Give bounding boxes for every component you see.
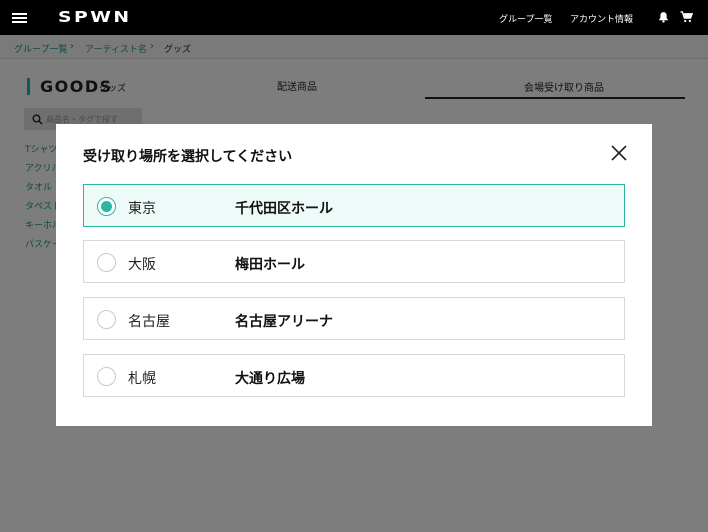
tab-delivery[interactable]: 配送商品 [277, 78, 317, 93]
menu-icon[interactable] [12, 13, 27, 23]
category-item[interactable]: Tシャツ [25, 142, 58, 155]
radio-button[interactable] [97, 367, 116, 386]
location-city: 東京 [128, 201, 156, 217]
breadcrumb-artist[interactable]: アーティスト名 [85, 42, 147, 55]
location-option-tokyo[interactable]: 東京 千代田区ホール [83, 184, 625, 227]
location-venue: 大通り広場 [235, 371, 305, 387]
location-venue: 名古屋アリーナ [235, 314, 333, 330]
location-option-sapporo[interactable]: 札幌 大通り広場 [83, 354, 625, 397]
title-accent-bar [27, 78, 30, 95]
nav-group-list[interactable]: グループ一覧 [499, 12, 552, 25]
chevron-right-icon: › [150, 41, 154, 52]
location-city: 名古屋 [128, 314, 170, 330]
modal-title: 受け取り場所を選択してください [83, 149, 293, 165]
radio-button[interactable] [97, 253, 116, 272]
category-item[interactable]: タオル [25, 180, 52, 193]
breadcrumb-current: グッズ [164, 45, 192, 55]
bell-icon[interactable] [658, 11, 669, 23]
radio-button[interactable] [97, 197, 116, 216]
radio-button[interactable] [97, 310, 116, 329]
site-logo[interactable]: SPWN [58, 8, 132, 26]
location-option-osaka[interactable]: 大阪 梅田ホール [83, 240, 625, 283]
chevron-right-icon: › [70, 41, 74, 52]
pickup-location-modal: 受け取り場所を選択してください 東京 千代田区ホール 大阪 梅田ホール 名古屋 … [56, 124, 652, 426]
top-header: SPWN グループ一覧 アカウント情報 [0, 0, 708, 35]
close-icon[interactable] [607, 142, 631, 166]
location-city: 大阪 [128, 257, 156, 273]
location-venue: 梅田ホール [235, 257, 305, 273]
tab-venue-pickup[interactable]: 会場受け取り商品 [524, 79, 604, 94]
breadcrumb: グループ一覧 › アーティスト名 › グッズ [0, 35, 708, 59]
search-icon [32, 114, 43, 125]
active-tab-underline [425, 97, 685, 99]
location-option-nagoya[interactable]: 名古屋 名古屋アリーナ [83, 297, 625, 340]
cart-icon[interactable] [680, 11, 693, 23]
breadcrumb-group-list[interactable]: グループ一覧 [14, 42, 67, 55]
page-subtitle: グッズ [99, 84, 127, 94]
nav-account-info[interactable]: アカウント情報 [570, 12, 633, 25]
location-city: 札幌 [128, 371, 156, 387]
location-venue: 千代田区ホール [235, 201, 333, 217]
